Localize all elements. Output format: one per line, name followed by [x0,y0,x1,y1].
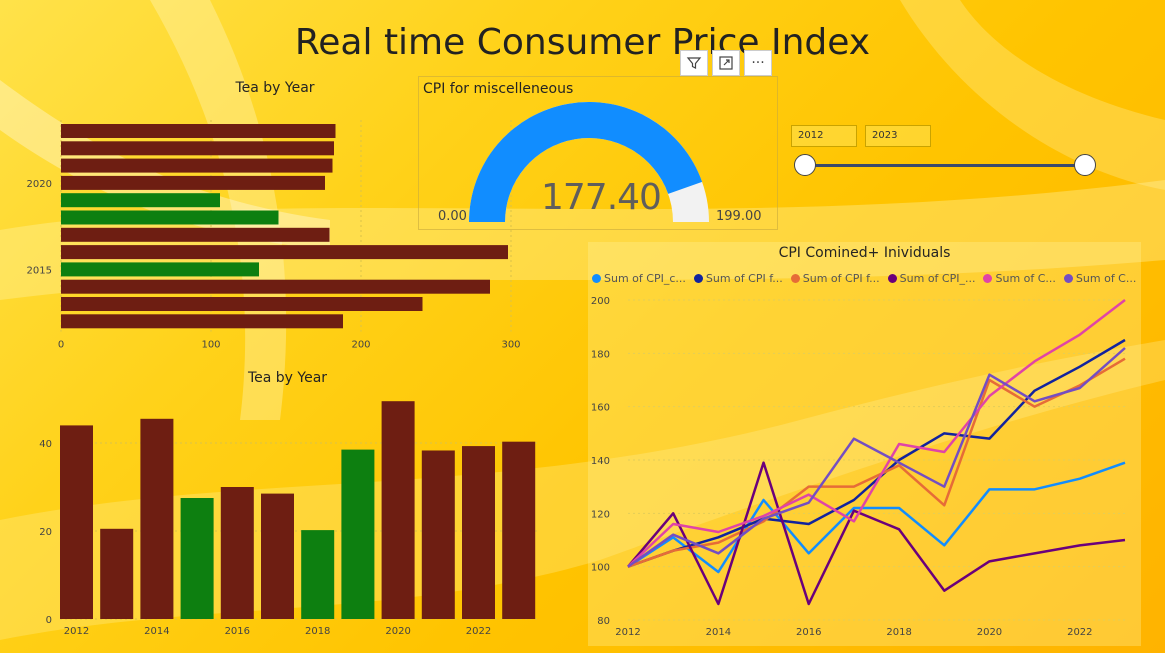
hbar-bar[interactable] [61,193,220,208]
line-x-tick: 2018 [886,627,911,638]
legend-marker [887,274,897,283]
slicer-track [805,164,1085,167]
hbar-bar[interactable] [61,297,423,311]
vbar-x-tick: 2022 [466,626,491,637]
hbar-x-tick: 200 [351,340,370,350]
legend-item[interactable]: Sum of CPI f... [693,272,783,285]
vbar-bar[interactable] [301,530,335,619]
vbar-bar[interactable] [180,498,214,619]
slicer-end-handle[interactable] [1074,154,1096,176]
legend-item[interactable]: Sum of C... [1063,272,1137,285]
line-x-tick: 2016 [796,627,821,638]
vbar-bar[interactable] [261,493,294,619]
legend-marker [790,274,800,283]
focus-mode-icon[interactable] [712,50,740,76]
hbar-bar[interactable] [61,124,336,138]
vbar-bar[interactable] [462,446,495,619]
vbar-bar[interactable] [220,487,254,619]
line-y-tick: 120 [591,509,610,520]
legend-marker [592,274,601,283]
legend-label: Sum of C... [1075,272,1137,285]
hbar-bar[interactable] [61,227,330,242]
line-chart-title: CPI Comined+ Inividuals [778,245,951,261]
legend-marker [983,274,993,283]
legend-marker [693,274,703,283]
line-y-tick: 100 [591,563,610,574]
hbar-x-tick: 300 [501,340,520,350]
legend-label: Sum of C... [995,272,1056,285]
line-series[interactable] [627,347,1126,568]
line-chart[interactable]: 80 100 120 140 160 180 200 2012 2014 2016 2018 2020… [588,290,1141,646]
hbar-y-tick: 2020 [27,179,52,190]
line-x-tick: 2012 [615,627,640,638]
vbar-bar[interactable] [60,425,93,619]
vbar-bar[interactable] [421,450,455,619]
vbar-y-tick: 20 [39,527,52,538]
page-title: Real time Consumer Price Index [294,22,871,63]
hbar-bar[interactable] [61,314,343,329]
vbar-bar[interactable] [100,528,134,619]
hbar-bar[interactable] [61,210,279,225]
hbar-bar[interactable] [61,158,333,173]
vbar-bar[interactable] [341,449,375,619]
line-y-tick: 200 [591,296,610,307]
hbar-bar[interactable] [61,141,334,156]
line-chart-legend: Sum of CPI_c... Sum of CPI f... Sum of CPI… [592,272,1136,285]
legend-item[interactable]: Sum of CPI f... [790,272,880,285]
hbar-bar[interactable] [61,245,508,260]
vbar-y-tick: 0 [46,615,52,626]
vbar-x-tick: 2012 [64,626,89,637]
vbar-chart[interactable]: 0 20 40 2012 2014 2016 2018 2020 2022 [0,390,545,645]
vbar-y-tick: 40 [39,439,52,450]
hbar-bar[interactable] [61,175,325,190]
line-x-tick: 2020 [977,627,1002,638]
legend-label: Sum of CPI f... [705,272,783,285]
line-y-tick: 180 [591,349,610,360]
vbar-x-tick: 2018 [305,626,330,637]
vbar-bar[interactable] [381,401,415,619]
line-series[interactable] [627,338,1126,568]
hbar-x-tick: 0 [58,340,64,350]
vbar-bar[interactable] [140,418,174,619]
gauge-card[interactable]: CPI for miscelleneous 177.40 0.00 199.00 [418,76,778,230]
vbar-bar[interactable] [502,441,536,619]
slicer-end-input[interactable]: 2023 [865,125,931,147]
slicer-start-handle[interactable] [794,154,816,176]
visual-header-toolbar: ··· [680,50,772,76]
legend-marker [1063,274,1073,283]
legend-label: Sum of CPI_... [899,272,976,285]
line-x-tick: 2014 [706,627,731,638]
gauge-max-label: 199.00 [716,209,762,224]
filter-icon[interactable] [680,50,708,76]
line-y-tick: 160 [591,403,610,414]
hbar-bar[interactable] [61,262,259,277]
legend-item[interactable]: Sum of CPI_c... [592,272,686,285]
legend-item[interactable]: Sum of C... [983,272,1056,285]
slicer-start-input[interactable]: 2012 [791,125,857,147]
line-x-tick: 2022 [1067,627,1092,638]
vbar-chart-title: Tea by Year [247,370,328,386]
hbar-bar[interactable] [61,279,490,294]
legend-label: Sum of CPI f... [802,272,880,285]
legend-label: Sum of CPI_c... [604,272,686,285]
vbar-x-tick: 2014 [144,626,169,637]
line-y-tick: 80 [597,616,610,627]
hbar-x-tick: 100 [201,340,220,350]
vbar-x-tick: 2020 [385,626,410,637]
line-series[interactable] [627,299,1126,568]
line-y-tick: 140 [591,456,610,467]
more-options-icon[interactable]: ··· [744,50,772,76]
legend-item[interactable]: Sum of CPI_... [887,272,976,285]
gauge-value: 177.40 [541,177,662,218]
hbar-y-tick: 2015 [27,265,52,276]
vbar-x-tick: 2016 [225,626,250,637]
line-series[interactable] [627,357,1126,568]
gauge-min-label: 0.00 [438,209,467,224]
